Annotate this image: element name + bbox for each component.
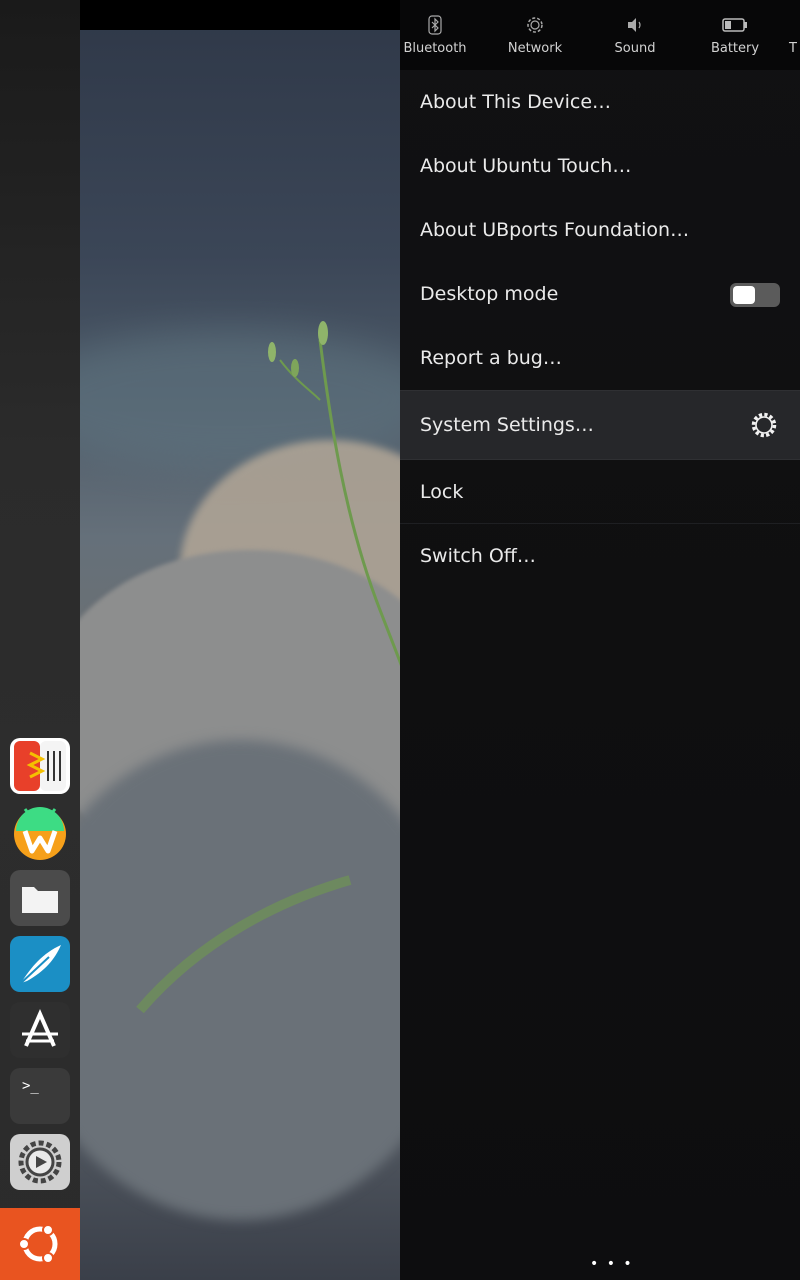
feather-app[interactable]: [10, 936, 70, 992]
desktop-mode-toggle[interactable]: [730, 283, 780, 307]
session-menu: About This Device… About Ubuntu Touch… A…: [400, 70, 800, 588]
files-app[interactable]: [10, 870, 70, 926]
menu-item-label: Report a bug…: [420, 347, 562, 369]
indicator-bluetooth[interactable]: Bluetooth: [400, 0, 485, 70]
indicator-panel: Bluetooth Network Sound Battery T About …: [400, 0, 800, 1280]
files-icon: [22, 887, 58, 913]
terminal-icon: >_: [22, 1078, 39, 1094]
menu-item-lock[interactable]: Lock: [400, 460, 800, 524]
app-store-icon: [22, 1009, 58, 1047]
waydroid-icon: [14, 807, 66, 860]
menu-item-label: System Settings…: [420, 414, 594, 436]
music-app[interactable]: [10, 738, 70, 794]
more-handle[interactable]: • • •: [590, 1256, 634, 1272]
wallpaper: [80, 0, 400, 1280]
launcher: >_: [0, 0, 80, 1280]
menu-item-switch-off[interactable]: Switch Off…: [400, 524, 800, 588]
indicator-sound[interactable]: Sound: [585, 0, 685, 70]
menu-item-label: About Ubuntu Touch…: [420, 155, 632, 177]
indicator-network[interactable]: Network: [485, 0, 585, 70]
menu-item-system-settings[interactable]: System Settings…: [400, 390, 800, 460]
network-icon: [527, 17, 543, 33]
indicator-label: T: [789, 41, 797, 56]
terminal-app[interactable]: >_: [10, 1068, 70, 1124]
menu-item-desktop-mode: Desktop mode: [400, 262, 800, 326]
settings-app[interactable]: [10, 1134, 70, 1190]
menu-item-about-ubports[interactable]: About UBports Foundation…: [400, 198, 800, 262]
menu-item-about-ubuntu[interactable]: About Ubuntu Touch…: [400, 134, 800, 198]
menu-item-about-device[interactable]: About This Device…: [400, 70, 800, 134]
ubuntu-logo-icon: [18, 1224, 58, 1264]
waydroid-app[interactable]: [10, 804, 70, 860]
menu-item-label: Switch Off…: [420, 545, 536, 567]
menu-item-label: Lock: [420, 480, 464, 503]
indicator-partial[interactable]: T: [743, 0, 800, 70]
indicator-label: Bluetooth: [403, 41, 467, 56]
music-app-icon: [14, 741, 66, 791]
indicator-label: Network: [507, 41, 563, 56]
app-store[interactable]: [10, 1002, 70, 1058]
menu-item-label: Desktop mode: [420, 283, 559, 305]
status-strip: [80, 0, 400, 30]
menu-item-label: About This Device…: [420, 91, 612, 113]
sound-icon: [628, 18, 641, 32]
toggle-knob: [733, 286, 755, 304]
feather-app-icon: [20, 945, 61, 984]
settings-app-icon: [18, 1140, 62, 1184]
indicator-bar: Bluetooth Network Sound Battery T: [400, 0, 800, 70]
plant-stem: [136, 321, 400, 1014]
indicator-label: Sound: [614, 41, 656, 56]
home-button[interactable]: [0, 1208, 80, 1280]
bluetooth-icon: [428, 15, 442, 35]
menu-item-label: About UBports Foundation…: [420, 219, 690, 241]
menu-item-report-bug[interactable]: Report a bug…: [400, 326, 800, 390]
gear-icon: [751, 412, 777, 438]
